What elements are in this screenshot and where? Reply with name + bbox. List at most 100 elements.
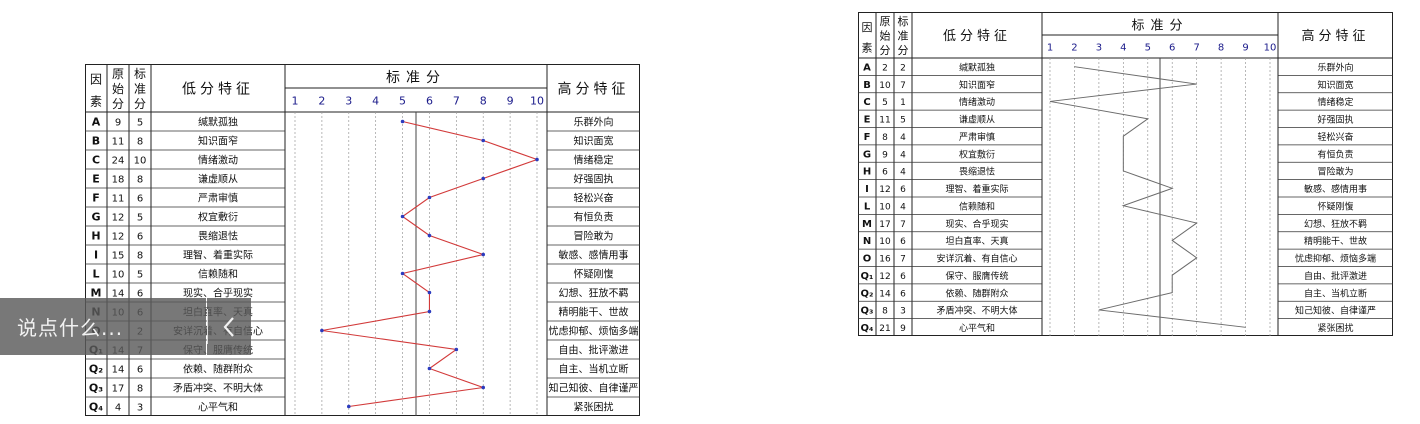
scale-tick-label: 2 [1071, 43, 1077, 54]
high-trait: 好强固执 [1317, 114, 1353, 126]
low-trait: 知识面窄 [959, 79, 995, 91]
raw-score: 12 [879, 272, 890, 282]
header-raw-score: 原 [112, 67, 124, 81]
high-trait: 紧张困扰 [574, 401, 614, 414]
header-factor: 素 [90, 94, 102, 108]
scale-tick-label: 2 [318, 95, 325, 108]
factor-label: N [863, 236, 871, 247]
raw-score: 11 [112, 137, 125, 148]
low-trait: 保守、服膺传统 [945, 270, 1008, 282]
high-trait: 怀疑刚愎 [574, 268, 614, 281]
scale-tick-label: 7 [453, 95, 460, 108]
header-factor: 因 [862, 21, 873, 34]
header-std-score: 准 [898, 30, 909, 43]
scale-tick-label: 7 [1193, 43, 1199, 54]
factor-label: M [862, 219, 872, 230]
raw-score: 10 [879, 237, 891, 247]
scale-tick-label: 4 [372, 95, 379, 108]
factor-label: B [863, 80, 871, 91]
scale-tick-label: 9 [1242, 43, 1248, 54]
raw-score: 21 [879, 324, 890, 334]
high-trait: 冒险敢为 [1317, 166, 1353, 178]
scale-tick-label: 3 [345, 95, 352, 108]
scale-tick-label: 5 [399, 95, 406, 108]
low-trait: 情绪激动 [959, 96, 995, 108]
header-high-traits: 高分特征 [558, 81, 630, 98]
header-high-traits: 高分特征 [1301, 28, 1369, 44]
profile-point [481, 252, 486, 257]
raw-score: 12 [879, 185, 890, 195]
profile-point [427, 195, 432, 200]
profile-point [535, 157, 539, 162]
header-std-score: 标 [134, 67, 146, 81]
profile-point [481, 385, 486, 390]
factor-label: H [91, 230, 100, 243]
header-raw-score: 始 [880, 29, 891, 43]
header-raw-score: 分 [880, 44, 891, 57]
factor-label: G [91, 211, 100, 224]
high-trait: 精明能干、世故 [1304, 235, 1367, 247]
scale-tick-label: 10 [1264, 43, 1277, 54]
raw-score: 16 [879, 255, 891, 265]
header-scale: 标准分 [386, 70, 446, 86]
factor-label: Q₂ [89, 363, 103, 376]
std-score: 6 [900, 272, 906, 282]
raw-score: 10 [879, 202, 891, 212]
factor-label: B [92, 135, 100, 148]
low-trait: 信赖随和 [959, 200, 995, 212]
profile-point [427, 290, 432, 295]
std-score: 8 [137, 137, 143, 148]
high-trait: 有恒负责 [1317, 148, 1353, 160]
header-raw-score: 分 [112, 97, 124, 111]
raw-score: 9 [882, 150, 888, 160]
header-std-score: 准 [134, 82, 146, 96]
scale-tick-label: 8 [480, 95, 487, 108]
factor-label: L [92, 268, 99, 281]
comment-input-bar[interactable]: 说点什么... [0, 298, 206, 355]
comment-placeholder[interactable]: 说点什么... [17, 312, 123, 341]
profile-point [454, 347, 459, 352]
scale-tick-label: 9 [507, 95, 514, 108]
high-trait: 敏感、感情用事 [1304, 183, 1367, 195]
high-trait: 乐群外向 [574, 116, 614, 129]
high-trait: 知识面宽 [1317, 79, 1353, 91]
low-trait: 矛盾冲突、不明大体 [173, 382, 263, 395]
header-low-traits: 低分特征 [182, 82, 254, 98]
high-trait: 好强固执 [574, 173, 614, 186]
profile-point [427, 366, 432, 371]
factor-label: E [864, 115, 871, 126]
std-score: 5 [900, 116, 906, 126]
raw-score: 12 [112, 232, 125, 243]
low-trait: 安详沉着、有自信心 [936, 253, 1017, 265]
high-trait: 自由、批评激进 [559, 344, 629, 357]
factor-label: Q₄ [89, 401, 103, 414]
factor-label: I [865, 184, 869, 195]
factor-label: L [864, 201, 871, 212]
chevron-left-icon [223, 316, 234, 337]
factor-label: F [864, 132, 871, 143]
low-trait: 严肃审慎 [198, 192, 238, 205]
std-score: 6 [137, 232, 143, 243]
table-border [858, 12, 1393, 336]
scale-tick-label: 3 [1096, 43, 1102, 54]
low-trait: 缄默孤独 [198, 116, 238, 129]
header-raw-score: 原 [880, 15, 891, 28]
raw-score: 17 [112, 384, 125, 395]
high-trait: 忧虑抑郁、烦恼多端 [549, 325, 639, 338]
high-trait: 怀疑刚愎 [1317, 200, 1353, 212]
low-trait: 矛盾冲突、不明大体 [936, 305, 1017, 317]
factor-label: C [92, 154, 100, 167]
raw-score: 12 [112, 213, 125, 224]
std-score: 4 [900, 133, 906, 143]
high-trait: 敏感、感情用事 [559, 249, 629, 262]
profile-point [346, 404, 351, 409]
raw-score: 5 [882, 98, 888, 108]
raw-score: 17 [879, 220, 890, 230]
low-trait: 依赖、随群附众 [183, 363, 253, 376]
std-score: 8 [137, 175, 143, 186]
previous-image-button[interactable] [207, 298, 251, 355]
raw-score: 8 [882, 307, 888, 317]
std-score: 9 [900, 324, 906, 334]
profile-point [481, 176, 486, 181]
profile-table-right: 因素原始分标准分低分特征 高分特征 标准分 1 2 3 4 5 6 7 8 9 10 A 2 2 缄默孤独 乐群外… [858, 12, 1393, 336]
